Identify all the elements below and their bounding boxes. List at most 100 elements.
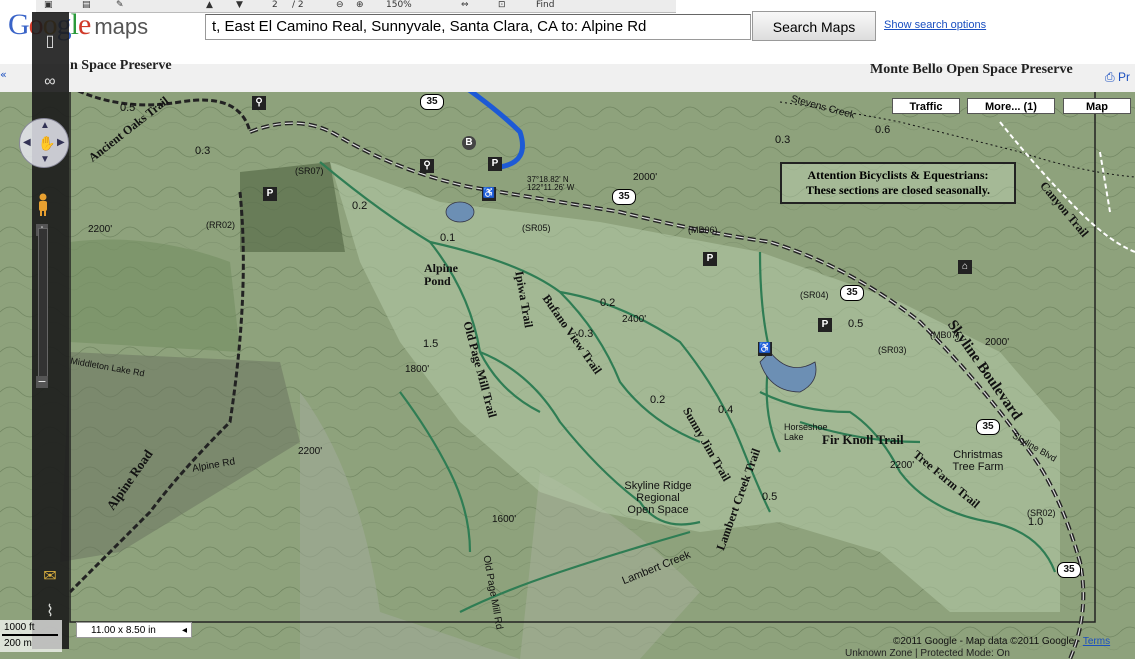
site-code: (SR02) <box>1027 508 1056 518</box>
fit-width-icon[interactable]: ⇔ <box>461 0 469 11</box>
copyright-text: ©2011 Google - Map data ©2011 Google - T… <box>893 636 1110 647</box>
distance-label: 0.3 <box>775 134 791 146</box>
terms-link[interactable]: Terms <box>1083 636 1110 647</box>
route-35-shield: 35 <box>1057 562 1081 578</box>
parking-icon: P <box>703 252 717 266</box>
comments-icon[interactable]: ✉ <box>40 567 60 587</box>
prev-page-icon[interactable]: ▲ <box>206 0 213 11</box>
search-input[interactable]: t, East El Camino Real, Sunnyvale, Santa… <box>205 14 751 40</box>
site-code: (RR02) <box>206 220 236 230</box>
route-marker-b-icon[interactable]: B <box>462 136 476 150</box>
page-size-text: 11.00 x 8.50 in <box>91 625 156 636</box>
distance-label: 0.5 <box>848 318 864 330</box>
zoom-out-button[interactable]: − <box>36 376 48 388</box>
restroom-icon: ⚲ <box>252 96 266 110</box>
scale-meters: 200 m <box>4 638 32 649</box>
elevation-label: 2200' <box>298 446 323 457</box>
maps-wordmark: maps <box>94 14 149 39</box>
distance-label: 0.3 <box>195 145 211 157</box>
route-35-shield: 35 <box>840 285 864 301</box>
more-button[interactable]: More... (1) <box>967 98 1055 114</box>
distance-label: 0.5 <box>120 102 136 114</box>
route-35-shield: 35 <box>420 94 444 110</box>
trail-label: Fir Knoll Trail <box>822 432 904 447</box>
route-35-shield: 35 <box>612 189 636 205</box>
gps-coords: 37°18.82' N 122°11.26' W <box>527 175 575 192</box>
pages-icon[interactable]: ▯ <box>40 32 60 52</box>
distance-label: 0.3 <box>578 328 594 340</box>
elevation-label: 2000' <box>985 337 1010 348</box>
elevation-label: 1800' <box>405 364 430 375</box>
site-code: (MB07) <box>930 330 960 340</box>
parking-icon: P <box>818 318 832 332</box>
header: ▣ ▤ ✎ ▲ ▼ 2 / 2 ⊖ ⊕ 150% ⇔ ⊡ Find Google… <box>0 0 1135 64</box>
attachment-icon[interactable]: ⌇ <box>40 602 60 622</box>
page-size-arrow-icon[interactable]: ◂ <box>182 623 187 639</box>
collapse-panel-icon[interactable]: « <box>0 68 14 82</box>
notice-line-1: Attention Bicyclists & Equestrians: <box>807 168 989 182</box>
distance-label: 0.2 <box>650 394 666 406</box>
site-code: (SR05) <box>522 223 551 233</box>
elevation-label: 2200' <box>88 224 113 235</box>
browser-status: Unknown Zone | Protected Mode: On <box>845 648 1010 659</box>
print-icon-small: ⎙ <box>1105 70 1115 84</box>
map-type-button[interactable]: Map <box>1063 98 1131 114</box>
parking-icon: P <box>488 157 502 171</box>
distance-label: 0.2 <box>352 200 368 212</box>
elevation-label: 1600' <box>492 514 517 525</box>
zoom-in-icon[interactable]: ⊕ <box>356 0 364 11</box>
pan-up-icon[interactable]: ▲ <box>40 120 50 131</box>
elevation-label: 2000' <box>633 172 658 183</box>
pan-right-icon[interactable]: ▶ <box>57 137 65 148</box>
copyright-label: ©2011 Google - Map data ©2011 Google - <box>893 636 1081 647</box>
find-field[interactable]: Find <box>536 0 554 11</box>
seasonal-closure-notice: Attention Bicyclists & Equestrians: Thes… <box>780 162 1016 204</box>
next-page-icon[interactable]: ▼ <box>236 0 243 11</box>
binoculars-icon[interactable]: ∞ <box>40 72 60 92</box>
trail-label: Alpine Pond <box>424 261 459 288</box>
place-label: Horseshoe Lake <box>784 422 828 442</box>
pdf-title-left: n Space Preserve <box>70 58 172 73</box>
fit-page-icon[interactable]: ⊡ <box>498 0 506 11</box>
zoom-out-icon[interactable]: ⊖ <box>336 0 344 11</box>
scale-bar: 1000 ft 200 m <box>0 620 62 652</box>
map-canvas[interactable]: Ancient Oaks Trail Alpine Road Old Page … <box>0 92 1135 659</box>
restroom-icon: ⚲ <box>420 159 434 173</box>
parking-icon: P <box>263 187 277 201</box>
site-code: (SR03) <box>878 345 907 355</box>
distance-label: 0.6 <box>875 124 891 136</box>
distance-label: 0.4 <box>718 404 734 416</box>
pan-control[interactable]: ▲ ▼ ◀ ▶ ✋ <box>19 118 69 168</box>
home-icon: ⌂ <box>958 260 972 274</box>
pdf-title-right: Monte Bello Open Space Preserve <box>870 62 1073 77</box>
street-view-pegman-icon[interactable] <box>37 193 49 217</box>
site-code: (MB06) <box>688 225 718 235</box>
zoom-level[interactable]: 150% <box>386 0 412 11</box>
show-search-options-link[interactable]: Show search options <box>884 19 986 31</box>
hand-icon: ✋ <box>38 135 56 151</box>
zoom-slider[interactable] <box>38 228 48 380</box>
elevation-label: 2400' <box>622 314 647 325</box>
distance-label: 0.5 <box>762 491 778 503</box>
accessible-icon: ♿ <box>482 187 496 201</box>
pdf-title-strip: n Space Preserve Monte Bello Open Space … <box>0 58 1135 93</box>
distance-label: 0.2 <box>600 297 616 309</box>
pan-left-icon[interactable]: ◀ <box>23 137 31 148</box>
distance-label: 0.1 <box>440 232 456 244</box>
page-size-indicator: 11.00 x 8.50 in ◂ <box>76 622 192 638</box>
site-code: (SR07) <box>295 166 324 176</box>
pan-down-icon[interactable]: ▼ <box>40 154 50 165</box>
scale-feet: 1000 ft <box>4 622 35 633</box>
accessible-icon: ♿ <box>758 342 772 356</box>
page-current[interactable]: 2 <box>272 0 278 11</box>
google-maps-logo[interactable]: Googlemaps <box>8 8 148 42</box>
distance-label: 1.5 <box>423 338 439 350</box>
page-total: / 2 <box>292 0 304 10</box>
print-link[interactable]: ⎙ Pr <box>1105 70 1130 85</box>
traffic-button[interactable]: Traffic <box>892 98 960 114</box>
notice-line-2: These sections are closed seasonally. <box>805 183 991 197</box>
search-maps-button[interactable]: Search Maps <box>752 11 876 41</box>
site-code: (SR04) <box>800 290 829 300</box>
place-label: Skyline Ridge Regional Open Space <box>624 480 692 516</box>
place-label: Christmas Tree Farm <box>952 449 1004 473</box>
